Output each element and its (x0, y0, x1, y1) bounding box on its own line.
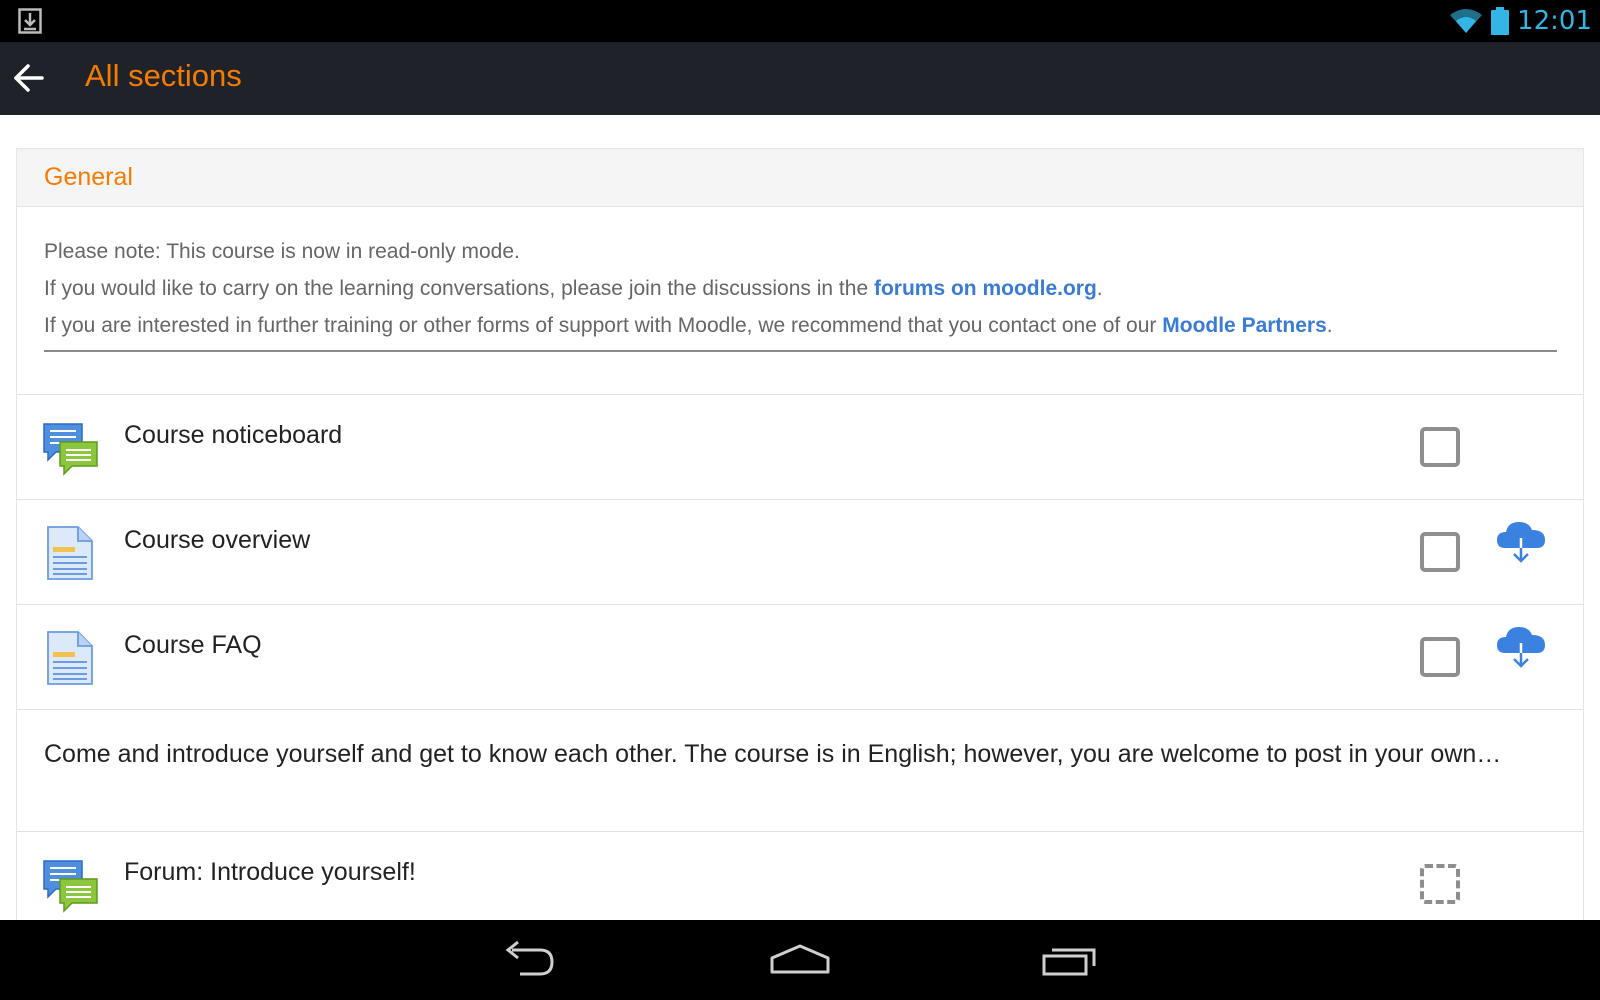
content-area[interactable]: General Please note: This course is now … (0, 115, 1600, 920)
module-forum-introduce-yourself[interactable]: Forum: Introduce yourself! (17, 832, 1583, 920)
module-course-overview[interactable]: Course overview (17, 500, 1583, 605)
battery-icon (1491, 7, 1510, 35)
cloud-download-icon[interactable] (1495, 516, 1547, 566)
summary-line-3: If you are interested in further trainin… (44, 314, 1333, 337)
back-arrow-icon[interactable] (12, 61, 46, 95)
module-label: Course overview (124, 526, 311, 554)
home-nav-icon[interactable] (760, 932, 840, 988)
back-nav-icon[interactable] (490, 932, 570, 988)
module-description: Come and introduce yourself and get to k… (17, 710, 1583, 832)
page-title: All sections (85, 58, 242, 93)
section-title: General (44, 163, 133, 191)
summary-divider (44, 350, 1557, 352)
section-summary: Please note: This course is now in read-… (17, 207, 1583, 395)
clock: 12:01 (1517, 6, 1592, 36)
section-header: General (17, 149, 1583, 207)
completion-checkbox[interactable] (1420, 427, 1460, 467)
module-course-faq[interactable]: Course FAQ (17, 605, 1583, 710)
summary-line-2: If you would like to carry on the learni… (44, 277, 1103, 300)
download-notification-icon (18, 8, 42, 34)
section-card: General Please note: This course is now … (16, 148, 1584, 920)
completion-checkbox[interactable] (1420, 637, 1460, 677)
module-label: Course FAQ (124, 631, 262, 659)
page-icon (47, 631, 93, 685)
recents-nav-icon[interactable] (1030, 932, 1110, 988)
system-nav-bar (0, 920, 1600, 1000)
cloud-download-icon[interactable] (1495, 621, 1547, 671)
completion-checkbox[interactable] (1420, 532, 1460, 572)
module-label: Forum: Introduce yourself! (124, 858, 416, 886)
page-icon (47, 526, 93, 580)
action-bar: All sections (0, 42, 1600, 115)
wifi-icon (1450, 9, 1483, 33)
forum-icon (43, 860, 98, 913)
status-bar: 12:01 (0, 0, 1600, 42)
forum-icon (43, 423, 98, 476)
module-label: Course noticeboard (124, 421, 343, 449)
forums-link[interactable]: forums on moodle.org (874, 277, 1097, 300)
summary-line-1: Please note: This course is now in read-… (44, 240, 520, 263)
auto-completion-checkbox[interactable] (1420, 864, 1460, 904)
moodle-partners-link[interactable]: Moodle Partners (1162, 314, 1327, 337)
module-course-noticeboard[interactable]: Course noticeboard (17, 395, 1583, 500)
